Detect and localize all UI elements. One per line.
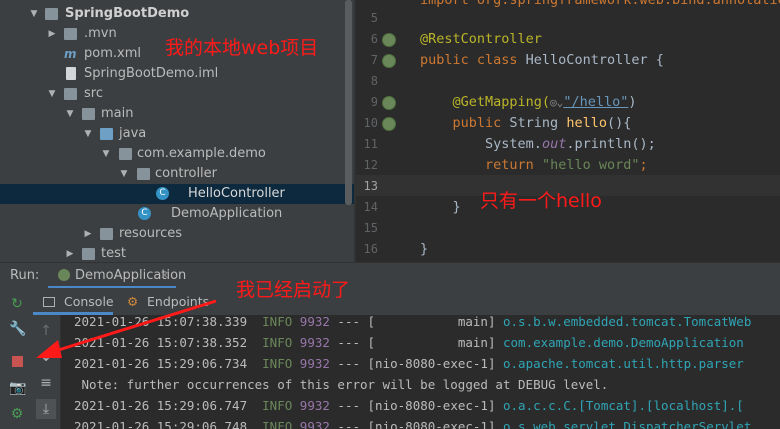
arrow-head: [36, 340, 62, 358]
arrow-shaft: [51, 299, 217, 354]
annotation-arrow: [36, 299, 217, 358]
